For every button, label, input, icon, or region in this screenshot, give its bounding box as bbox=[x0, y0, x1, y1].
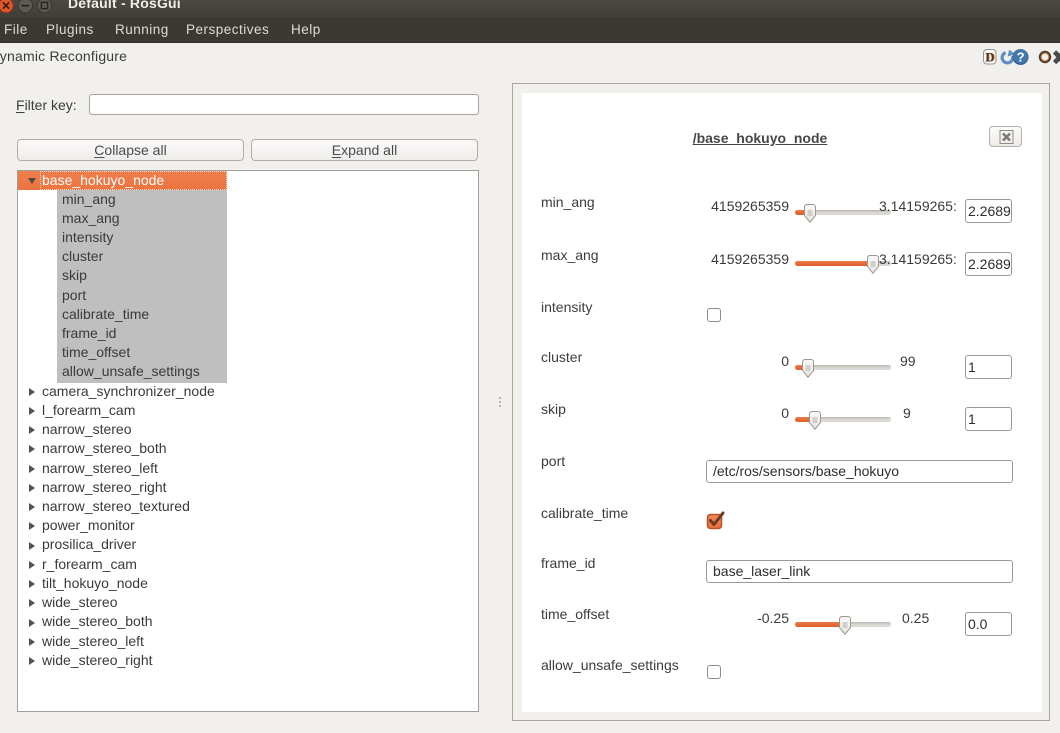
svg-text:D: D bbox=[985, 50, 994, 64]
svg-text:?: ? bbox=[1017, 50, 1025, 65]
